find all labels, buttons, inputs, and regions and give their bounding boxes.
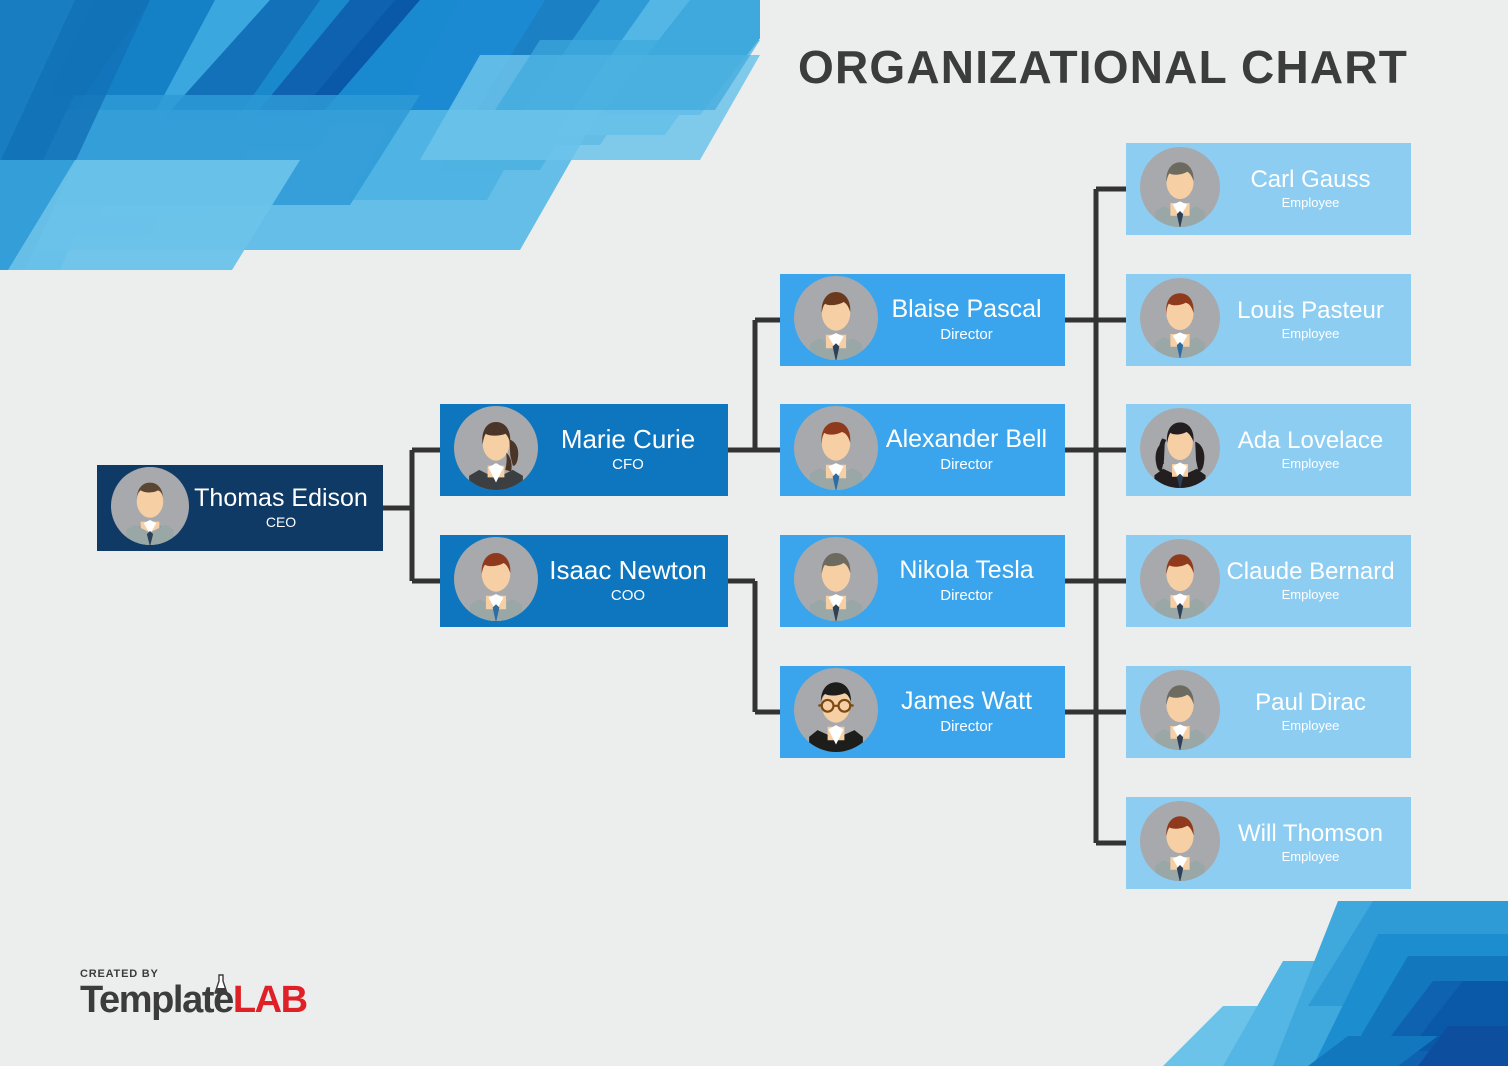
node-employee-2-role: Employee [1281, 326, 1340, 342]
node-director-2[interactable]: Alexander Bell Director [780, 404, 1065, 496]
node-director-4-labels: James Watt Director [878, 688, 1065, 735]
node-employee-1[interactable]: Carl Gauss Employee [1126, 143, 1411, 235]
node-employee-1-name: Carl Gauss [1250, 167, 1371, 194]
avatar-claude-bernard [1140, 538, 1220, 624]
flask-icon [214, 974, 228, 994]
node-employee-6-name: Will Thomson [1238, 821, 1383, 848]
node-employee-5-name: Paul Dirac [1255, 690, 1366, 717]
avatar-blaise-pascal [794, 275, 878, 365]
node-employee-3[interactable]: Ada Lovelace Employee [1126, 404, 1411, 496]
node-coo[interactable]: Isaac Newton COO [440, 535, 728, 627]
node-employee-6-labels: Will Thomson Employee [1220, 821, 1411, 865]
node-director-4-role: Director [940, 717, 993, 735]
node-coo-labels: Isaac Newton COO [538, 557, 728, 605]
templatelab-logo[interactable]: CREATED BY Template LAB [80, 968, 330, 1019]
node-ceo-labels: Thomas Edison CEO [189, 485, 383, 531]
logo-wordmark: Template LAB [80, 974, 330, 1021]
node-director-3-labels: Nikola Tesla Director [878, 557, 1065, 604]
avatar-carl-gauss [1140, 146, 1220, 232]
node-employee-2-name: Louis Pasteur [1237, 298, 1384, 325]
avatar-ada-lovelace [1140, 407, 1220, 493]
logo-template-text: Template [80, 979, 234, 1021]
node-employee-5-role: Employee [1281, 718, 1340, 734]
node-employee-6-role: Employee [1281, 849, 1340, 865]
avatar-marie-curie [454, 405, 538, 495]
avatar-will-thomson [1140, 800, 1220, 886]
node-cfo-role: CFO [612, 456, 644, 474]
node-director-4[interactable]: James Watt Director [780, 666, 1065, 758]
avatar-paul-dirac [1140, 669, 1220, 755]
node-director-3[interactable]: Nikola Tesla Director [780, 535, 1065, 627]
node-cfo[interactable]: Marie Curie CFO [440, 404, 728, 496]
node-coo-role: COO [610, 587, 646, 605]
logo-lab-text: LAB [232, 979, 308, 1021]
avatar-nikola-tesla [794, 536, 878, 626]
node-employee-3-role: Employee [1281, 456, 1340, 472]
node-ceo[interactable]: Thomas Edison CEO [97, 465, 383, 551]
node-director-3-name: Nikola Tesla [899, 557, 1034, 585]
node-employee-2-labels: Louis Pasteur Employee [1220, 298, 1411, 342]
node-employee-3-name: Ada Lovelace [1237, 428, 1384, 455]
node-employee-4-role: Employee [1281, 587, 1340, 603]
node-ceo-name: Thomas Edison [194, 484, 368, 512]
node-cfo-labels: Marie Curie CFO [538, 426, 728, 474]
node-director-2-labels: Alexander Bell Director [878, 426, 1065, 473]
avatar-alexander-bell [794, 405, 878, 495]
node-director-3-role: Director [940, 586, 993, 604]
node-director-4-name: James Watt [900, 688, 1033, 716]
node-coo-name: Isaac Newton [549, 556, 707, 585]
node-employee-1-labels: Carl Gauss Employee [1220, 167, 1411, 211]
node-director-1[interactable]: Blaise Pascal Director [780, 274, 1065, 366]
node-employee-4[interactable]: Claude Bernard Employee [1126, 535, 1411, 627]
node-ceo-role: CEO [265, 514, 297, 531]
node-employee-5-labels: Paul Dirac Employee [1220, 690, 1411, 734]
org-chart-page: ORGANIZATIONAL CHART Thomas Edison CEO M… [0, 0, 1508, 1066]
node-cfo-name: Marie Curie [560, 425, 696, 454]
node-director-1-name: Blaise Pascal [891, 296, 1042, 324]
avatar-isaac-newton [454, 536, 538, 626]
node-employee-1-role: Employee [1281, 195, 1340, 211]
node-employee-4-labels: Claude Bernard Employee [1220, 559, 1411, 603]
avatar-thomas-edison [111, 466, 189, 550]
node-director-1-labels: Blaise Pascal Director [878, 296, 1065, 343]
node-director-1-role: Director [940, 325, 993, 343]
node-employee-2[interactable]: Louis Pasteur Employee [1126, 274, 1411, 366]
node-employee-3-labels: Ada Lovelace Employee [1220, 428, 1411, 472]
node-director-2-role: Director [940, 455, 993, 473]
node-director-2-name: Alexander Bell [885, 426, 1048, 454]
node-employee-5[interactable]: Paul Dirac Employee [1126, 666, 1411, 758]
node-employee-4-name: Claude Bernard [1226, 559, 1395, 586]
avatar-james-watt [794, 667, 878, 757]
node-employee-6[interactable]: Will Thomson Employee [1126, 797, 1411, 889]
avatar-louis-pasteur [1140, 277, 1220, 363]
